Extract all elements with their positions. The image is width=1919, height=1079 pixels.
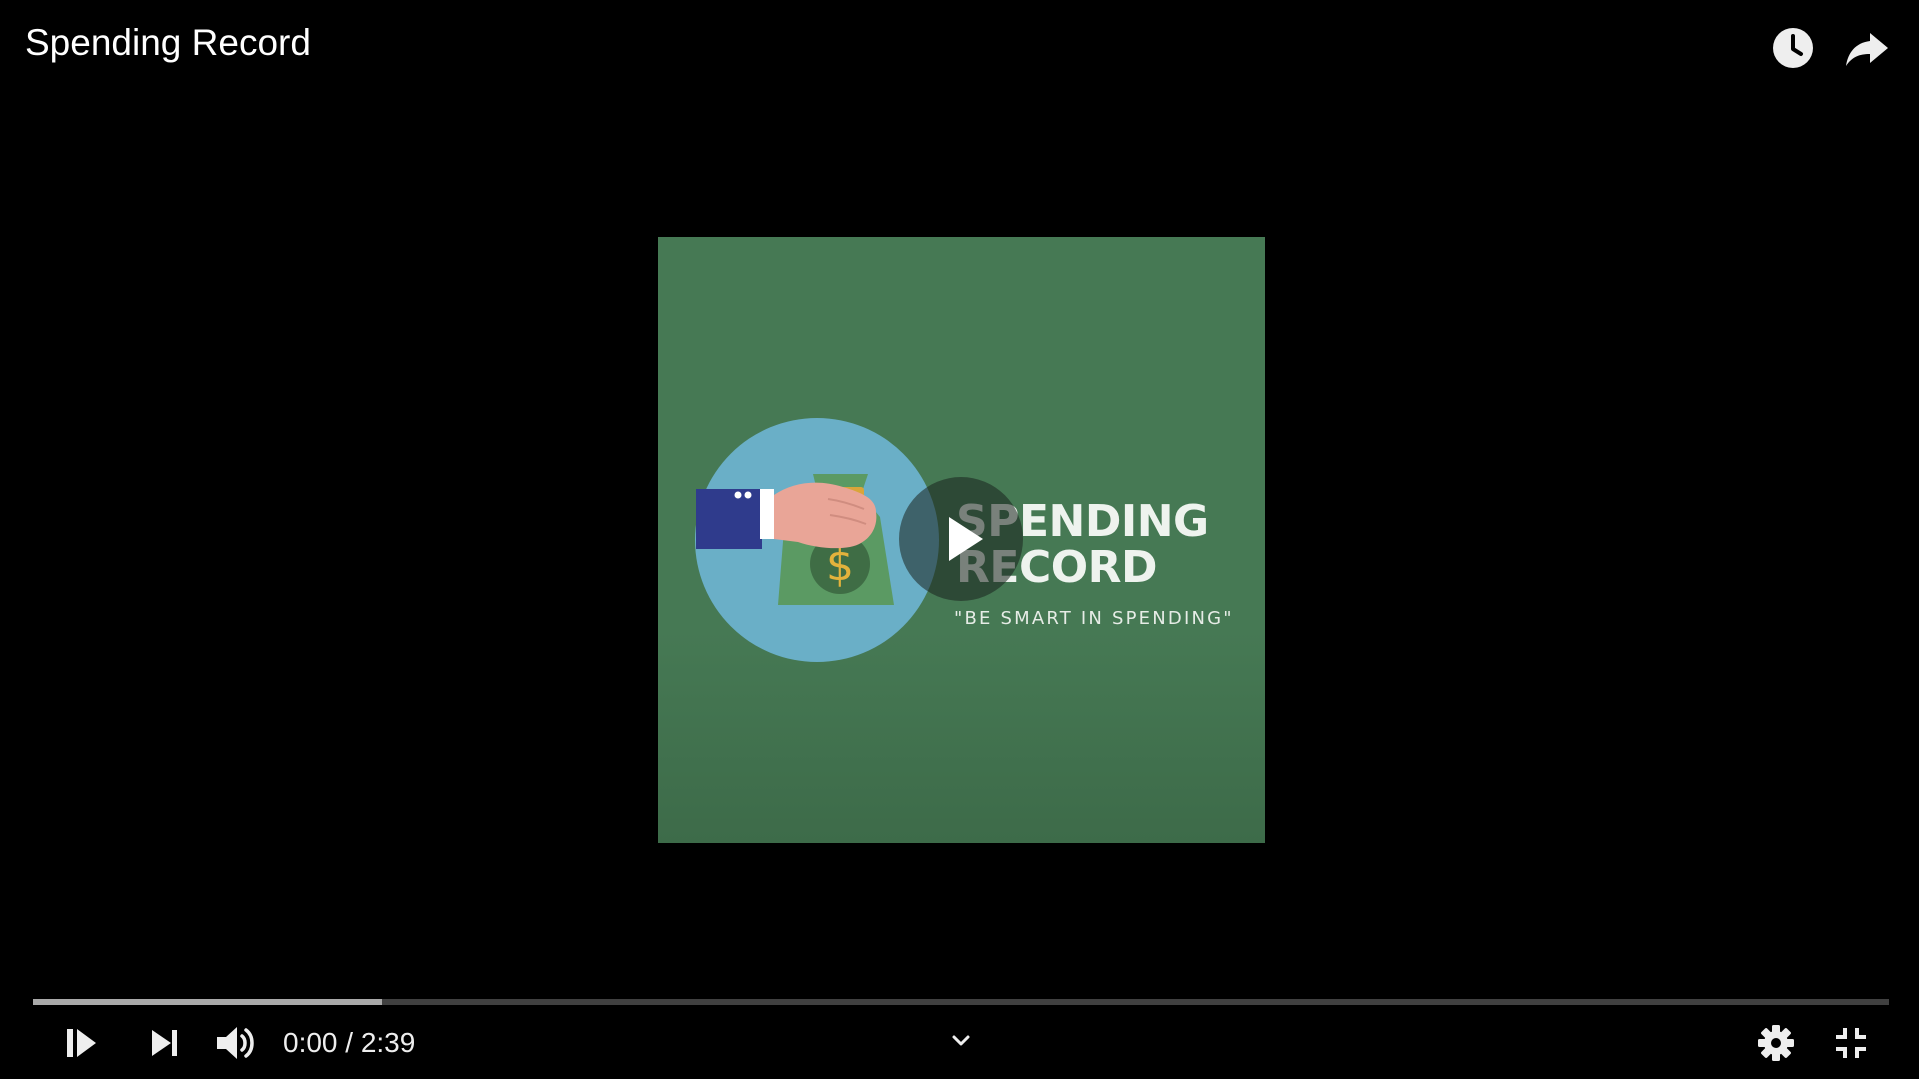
hand-icon [696, 482, 877, 549]
share-arrow-icon [1846, 33, 1888, 66]
progress-bar[interactable] [33, 999, 1889, 1005]
play-pause-icon [67, 1029, 96, 1057]
time-display: 0:00 / 2:39 [283, 1027, 416, 1058]
progress-buffered [33, 999, 382, 1005]
exit-fullscreen-button[interactable] [1828, 1020, 1874, 1066]
share-button[interactable] [1843, 24, 1891, 72]
chevron-down-icon [952, 1035, 970, 1046]
clock-icon [1773, 28, 1813, 68]
settings-button[interactable] [1753, 1020, 1799, 1066]
video-title[interactable]: Spending Record [25, 22, 311, 64]
volume-icon [217, 1027, 254, 1059]
next-button[interactable] [141, 1020, 187, 1066]
big-play-button[interactable] [899, 477, 1023, 601]
watch-later-button[interactable] [1769, 24, 1817, 72]
gear-icon [1758, 1025, 1794, 1061]
skip-next-icon [152, 1030, 177, 1056]
volume-button[interactable] [213, 1020, 259, 1066]
thumbnail-tagline: "BE SMART IN SPENDING" [954, 608, 1234, 629]
exit-fullscreen-icon [1836, 1028, 1866, 1058]
video-player[interactable]: Spending Record $ SPENDING RECORD "BE SM… [0, 0, 1919, 1079]
expand-button[interactable] [944, 1024, 978, 1058]
play-icon [949, 517, 983, 561]
play-pause-button[interactable] [58, 1020, 104, 1066]
